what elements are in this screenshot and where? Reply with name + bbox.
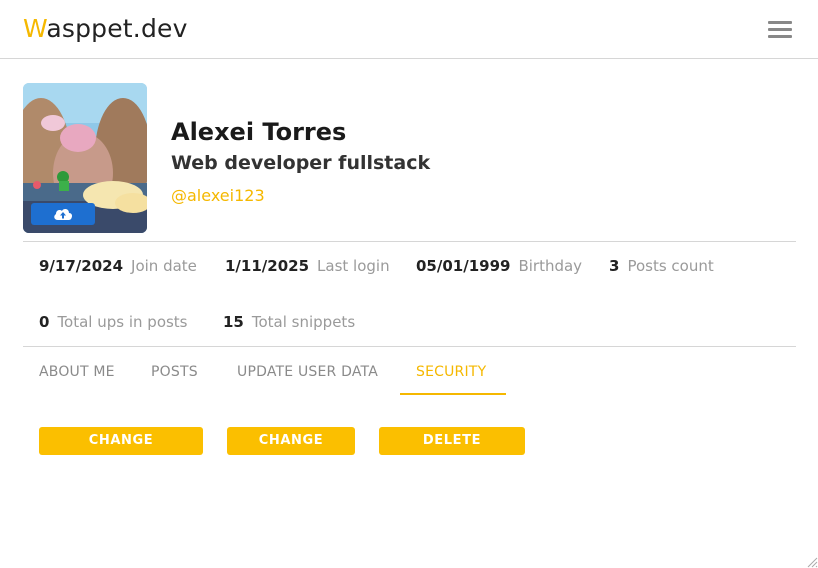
stat-label: Total snippets [251, 313, 356, 331]
stat-value: 9/17/2024 [39, 257, 124, 275]
stat-value: 0 [39, 313, 50, 331]
stat-label: Total ups in posts [57, 313, 188, 331]
cloud-upload-icon [54, 208, 73, 220]
stat-value: 15 [223, 313, 244, 331]
stat-value: 1/11/2025 [225, 257, 310, 275]
resize-grip-icon[interactable] [804, 554, 818, 568]
tab-update-user-data[interactable]: UPDATE USER DATA [237, 364, 378, 380]
stat-join-date: 9/17/2024 Join date [39, 257, 197, 275]
delete-account-button[interactable]: DELETE ACCOUNT [379, 427, 525, 476]
change-email-button[interactable]: CHANGE EMAIL [227, 427, 355, 476]
stat-total-snippets: 15 Total snippets [223, 313, 355, 331]
divider [23, 346, 796, 347]
profile-role: Web developer fullstack [171, 152, 431, 174]
avatar-upload-button[interactable] [31, 203, 95, 225]
brand-name: asppet.dev [46, 14, 188, 43]
stat-label: Last login [317, 257, 390, 275]
top-navbar: Wasppet.dev [0, 0, 818, 59]
profile-handle[interactable]: @alexei123 [171, 186, 265, 205]
stat-label: Posts count [627, 257, 714, 275]
tab-posts[interactable]: POSTS [151, 364, 198, 380]
divider [23, 241, 796, 242]
tab-security[interactable]: SECURITY [416, 364, 486, 380]
avatar [23, 83, 147, 233]
stat-label: Join date [131, 257, 197, 275]
stat-value: 3 [609, 257, 620, 275]
stat-total-ups: 0 Total ups in posts [39, 313, 188, 331]
stat-label: Birthday [518, 257, 583, 275]
stat-posts-count: 3 Posts count [609, 257, 714, 275]
stat-value: 05/01/1999 [416, 257, 511, 275]
stat-birthday: 05/01/1999 Birthday [416, 257, 582, 275]
change-password-button[interactable]: CHANGE PASSWORD [39, 427, 203, 476]
brand-accent-letter: W [23, 14, 47, 43]
stat-last-login: 1/11/2025 Last login [225, 257, 390, 275]
brand-logo[interactable]: Wasppet.dev [23, 14, 188, 43]
active-tab-indicator [400, 393, 506, 395]
tab-about-me[interactable]: ABOUT ME [39, 364, 115, 380]
hamburger-menu-icon[interactable] [768, 21, 792, 39]
profile-name: Alexei Torres [171, 118, 347, 146]
